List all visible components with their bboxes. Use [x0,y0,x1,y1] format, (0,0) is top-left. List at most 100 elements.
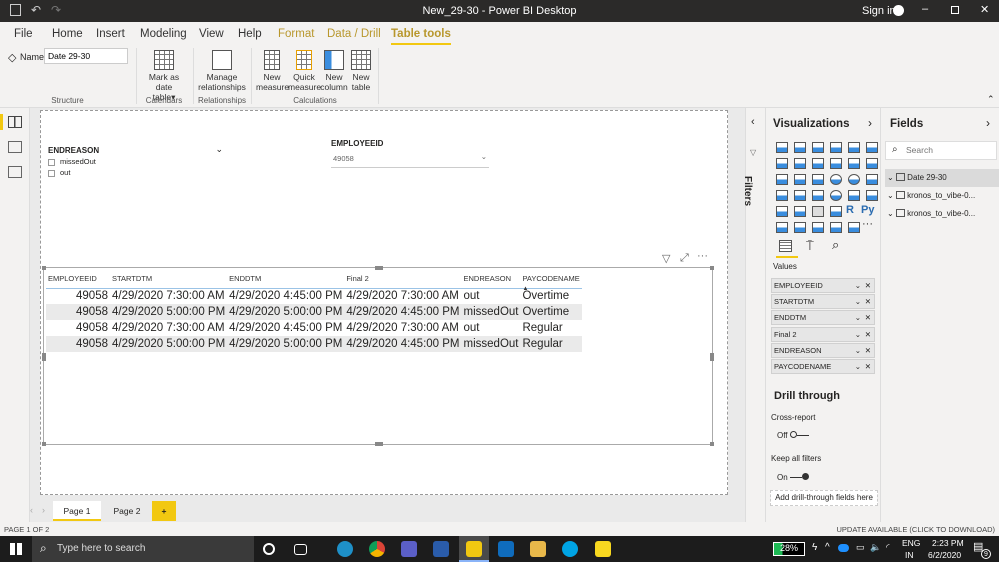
chevron-down-icon[interactable]: ⌄ [855,279,861,292]
report-view-icon[interactable] [8,116,22,128]
field-table-item[interactable]: ⌄ Date 29-30 [885,169,999,187]
tab-data-drill[interactable]: Data / Drill [327,28,381,40]
shape-map-visual-icon[interactable] [812,190,824,201]
slicer-item[interactable]: out [48,168,223,177]
chevron-down-icon[interactable]: ⌄ [855,344,861,357]
table-row[interactable]: 49058 4/29/2020 5:00:00 PM 4/29/2020 5:00:… [46,336,582,352]
task-view-icon[interactable] [294,544,307,555]
chevron-down-icon[interactable]: ⌄ [855,311,861,324]
more-options-icon[interactable]: ··· [697,250,708,262]
page-tab-2[interactable]: Page 2 [103,501,151,521]
chevron-down-icon[interactable]: ⌄ [887,209,894,218]
gauge-visual-icon[interactable] [830,190,842,201]
r-visual-icon[interactable]: R [846,204,854,216]
tab-view[interactable]: View [199,28,224,40]
table-visual[interactable]: EMPLOYEEID STARTDTM ENDDTM Final 2 ENDRE… [42,266,714,446]
remove-field-icon[interactable]: ✕ [865,360,871,373]
tab-insert[interactable]: Insert [96,28,125,40]
remove-field-icon[interactable]: ✕ [865,344,871,357]
outlook-icon[interactable] [498,541,514,557]
wifi-icon[interactable]: ◜ [886,542,890,553]
new-column-button[interactable]: New column [320,50,348,92]
taskbar-search[interactable]: ⌕ Type here to search [32,536,254,562]
map-visual-icon[interactable] [776,190,788,201]
minimize-button[interactable]: – [922,3,928,15]
treemap-visual-icon[interactable] [866,174,878,185]
format-paint-roller-icon[interactable]: ⍑ [806,238,814,254]
table-visual-icon[interactable] [812,206,824,217]
new-measure-button[interactable]: New measure [256,50,289,92]
chevron-down-icon[interactable]: ⌄ [855,295,861,308]
more-visuals-icon[interactable]: ··· [862,218,873,230]
column-header[interactable]: EMPLOYEEID [46,270,110,289]
search-input[interactable] [906,145,992,155]
battery-indicator[interactable]: 28% [773,542,805,556]
keep-all-filters-toggle[interactable]: On [777,473,809,482]
table-row[interactable]: 49058 4/29/2020 5:00:00 PM 4/29/2020 5:00:… [46,304,582,320]
pie-visual-icon[interactable] [830,174,842,185]
app-icon[interactable] [433,541,449,557]
clock-time[interactable]: 2:23 PM [932,538,964,548]
qa-visual-icon[interactable] [812,222,824,233]
paginated-visual-icon[interactable] [848,222,860,233]
kpi-visual-icon[interactable] [776,206,788,217]
line-visual-icon[interactable] [776,158,788,169]
data-view-icon[interactable] [8,141,22,153]
add-page-button[interactable]: + [152,501,176,521]
tab-table-tools[interactable]: Table tools [391,28,451,45]
close-button[interactable]: ✕ [980,3,989,16]
sign-in-link[interactable]: Sign in [862,5,896,17]
values-field-well[interactable]: PAYCODENAME ⌄ ✕ [771,359,875,374]
scatter-visual-icon[interactable] [812,174,824,185]
restore-button[interactable] [951,6,959,14]
tab-home[interactable]: Home [52,28,83,40]
remove-field-icon[interactable]: ✕ [865,295,871,308]
checkbox[interactable] [48,158,55,166]
cross-report-toggle[interactable]: Off [777,431,809,440]
funnel2-visual-icon[interactable] [794,174,806,185]
chevron-down-icon[interactable]: ⌄ [215,144,223,155]
line-column-visual-icon[interactable] [830,158,842,169]
values-field-well[interactable]: ENDDTM ⌄ ✕ [771,310,875,326]
chrome-icon[interactable] [369,541,385,557]
column-header[interactable]: ENDDTM [227,270,345,289]
chevron-down-icon[interactable]: ⌄ [887,173,894,182]
chevron-down-icon[interactable]: ⌄ [887,191,894,200]
collapse-ribbon-icon[interactable]: ⌃ [987,94,995,105]
table-name-input[interactable] [44,48,128,64]
language-region[interactable]: IN [905,550,914,560]
prev-page-icon[interactable]: ‹ [30,505,33,515]
mark-as-date-table-button[interactable]: Mark as date table▾ [140,50,188,102]
values-field-well[interactable]: Final 2 ⌄ ✕ [771,326,875,342]
funnel-visual-icon[interactable] [776,174,788,185]
python-visual-icon[interactable]: Py [861,204,874,216]
chevron-right-icon[interactable]: › [868,116,872,130]
remove-field-icon[interactable]: ✕ [865,328,871,341]
new-table-button[interactable]: New table [348,50,374,92]
field-table-item[interactable]: ⌄ kronos_to_vibe-0... [885,187,999,205]
update-available-link[interactable]: UPDATE AVAILABLE (CLICK TO DOWNLOAD) [836,525,995,534]
skype-icon[interactable] [562,541,578,557]
chevron-down-icon[interactable]: ⌄ [855,328,861,341]
windows-start-icon[interactable] [10,543,22,555]
manage-relationships-button[interactable]: Manage relationships [197,50,247,92]
language-eng[interactable]: ENG [902,538,920,548]
drill-through-drop-zone[interactable]: Add drill-through fields here [770,490,878,506]
network-icon[interactable]: ▭ [856,542,865,553]
column-header[interactable]: ENDREASON [461,270,521,289]
matrix-visual-icon[interactable] [830,206,842,217]
file-explorer-icon[interactable] [530,541,546,557]
smart-narrative-visual-icon[interactable] [830,222,842,233]
fields-search[interactable]: ⌕ [885,141,997,160]
page-tab-1[interactable]: Page 1 [53,501,101,521]
cortana-icon[interactable] [263,543,275,555]
volume-icon[interactable]: 🔈 [870,542,881,553]
100-column-visual-icon[interactable] [866,142,878,153]
stacked-area-visual-icon[interactable] [812,158,824,169]
values-field-well[interactable]: STARTDTM ⌄ ✕ [771,294,875,310]
slicer-visual-icon[interactable] [794,206,806,217]
analytics-magnifier-icon[interactable]: ⌕ [832,237,839,253]
chevron-left-icon[interactable]: ‹ [751,116,755,128]
chevron-down-icon[interactable]: ⌄ [855,360,861,373]
clustered-column-visual-icon[interactable] [830,142,842,153]
